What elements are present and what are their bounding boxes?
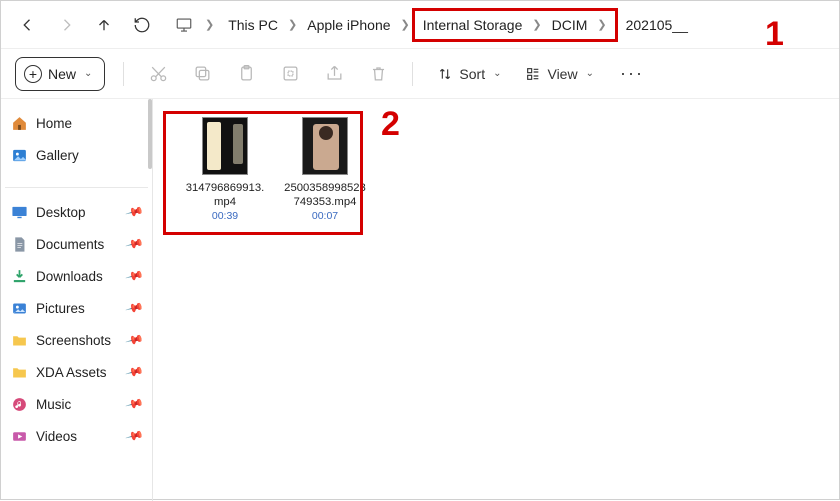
sidebar-item-desktop[interactable]: Desktop 📌 (5, 196, 148, 228)
folder-icon (11, 332, 28, 349)
pin-icon: 📌 (125, 426, 145, 446)
chevron-right-icon: ❯ (399, 18, 412, 31)
breadcrumb-internal-storage[interactable]: Internal Storage (421, 1, 531, 49)
pin-icon: 📌 (125, 330, 145, 350)
view-button[interactable]: View ⌄ (519, 66, 599, 82)
pictures-icon (11, 300, 28, 317)
pin-icon: 📌 (125, 202, 145, 222)
sidebar-item-xda-assets[interactable]: XDA Assets 📌 (5, 356, 148, 388)
sidebar-item-label: Screenshots (36, 333, 111, 348)
rename-button[interactable] (274, 58, 306, 90)
sidebar-item-home[interactable]: Home (5, 107, 148, 139)
separator (412, 62, 413, 86)
up-button[interactable] (87, 8, 121, 42)
document-icon (11, 236, 28, 253)
sidebar-item-label: Desktop (36, 205, 86, 220)
back-button[interactable] (11, 8, 45, 42)
sort-label: Sort (459, 66, 485, 82)
gallery-icon (11, 147, 28, 164)
more-button[interactable]: ··· (612, 63, 652, 84)
desktop-icon (11, 204, 28, 221)
share-button[interactable] (318, 58, 350, 90)
chevron-right-icon: ❯ (530, 18, 543, 31)
breadcrumb-dcim[interactable]: DCIM (544, 1, 596, 49)
scrollbar[interactable] (148, 99, 152, 169)
copy-button[interactable] (186, 58, 218, 90)
sidebar-item-label: Home (36, 116, 72, 131)
sidebar-item-documents[interactable]: Documents 📌 (5, 228, 148, 260)
new-button[interactable]: + New ⌄ (15, 57, 105, 91)
address-bar: ❯ This PC ❯ Apple iPhone ❯ Internal Stor… (1, 1, 839, 49)
file-list[interactable]: 2 314796869913.mp4 00:39 250035899852374… (153, 99, 839, 501)
pin-icon: 📌 (125, 298, 145, 318)
breadcrumb: This PC ❯ Apple iPhone ❯ Internal Storag… (220, 1, 696, 48)
video-thumbnail (302, 117, 348, 175)
chevron-down-icon: ⌄ (493, 68, 501, 79)
chevron-right-icon: ❯ (286, 18, 299, 31)
video-thumbnail (202, 117, 248, 175)
sidebar-item-pictures[interactable]: Pictures 📌 (5, 292, 148, 324)
chevron-right-icon: ❯ (595, 18, 608, 31)
music-icon (11, 396, 28, 413)
annotation-1: 1 (765, 15, 784, 54)
sidebar-item-label: Documents (36, 237, 104, 252)
sidebar-item-label: Music (36, 397, 71, 412)
new-button-label: New (48, 66, 76, 82)
sidebar-item-label: XDA Assets (36, 365, 107, 380)
delete-button[interactable] (362, 58, 394, 90)
sidebar-item-label: Gallery (36, 148, 79, 163)
chevron-down-icon: ⌄ (84, 68, 92, 79)
paste-button[interactable] (230, 58, 262, 90)
sidebar-item-downloads[interactable]: Downloads 📌 (5, 260, 148, 292)
plus-icon: + (24, 65, 42, 83)
sort-button[interactable]: Sort ⌄ (431, 66, 507, 82)
sidebar-item-gallery[interactable]: Gallery (5, 139, 148, 171)
sidebar-item-music[interactable]: Music 📌 (5, 388, 148, 420)
sidebar: Home Gallery Desktop 📌 Documents 📌 Downl… (1, 99, 153, 501)
sidebar-item-label: Videos (36, 429, 77, 444)
pin-icon: 📌 (125, 234, 145, 254)
chevron-right-icon: ❯ (203, 18, 216, 31)
breadcrumb-apple-iphone[interactable]: Apple iPhone (299, 1, 398, 49)
view-label: View (547, 66, 577, 82)
home-icon (11, 115, 28, 132)
pin-icon: 📌 (125, 394, 145, 414)
sidebar-item-videos[interactable]: Videos 📌 (5, 420, 148, 452)
sidebar-item-label: Downloads (36, 269, 103, 284)
breadcrumb-this-pc[interactable]: This PC (220, 1, 286, 49)
forward-button[interactable] (49, 8, 83, 42)
cut-button[interactable] (142, 58, 174, 90)
breadcrumb-current-folder[interactable]: 202105__ (618, 1, 696, 49)
video-icon (11, 428, 28, 445)
pc-icon[interactable] (169, 10, 199, 40)
sidebar-item-screenshots[interactable]: Screenshots 📌 (5, 324, 148, 356)
refresh-button[interactable] (125, 8, 159, 42)
toolbar: + New ⌄ Sort ⌄ View ⌄ ··· (1, 49, 839, 99)
separator (123, 62, 124, 86)
download-icon (11, 268, 28, 285)
pin-icon: 📌 (125, 266, 145, 286)
pin-icon: 📌 (125, 362, 145, 382)
folder-icon (11, 364, 28, 381)
annotation-2: 2 (381, 105, 400, 144)
annotation-box-1: Internal Storage ❯ DCIM ❯ (412, 8, 618, 42)
chevron-down-icon: ⌄ (586, 68, 594, 79)
sidebar-item-label: Pictures (36, 301, 85, 316)
